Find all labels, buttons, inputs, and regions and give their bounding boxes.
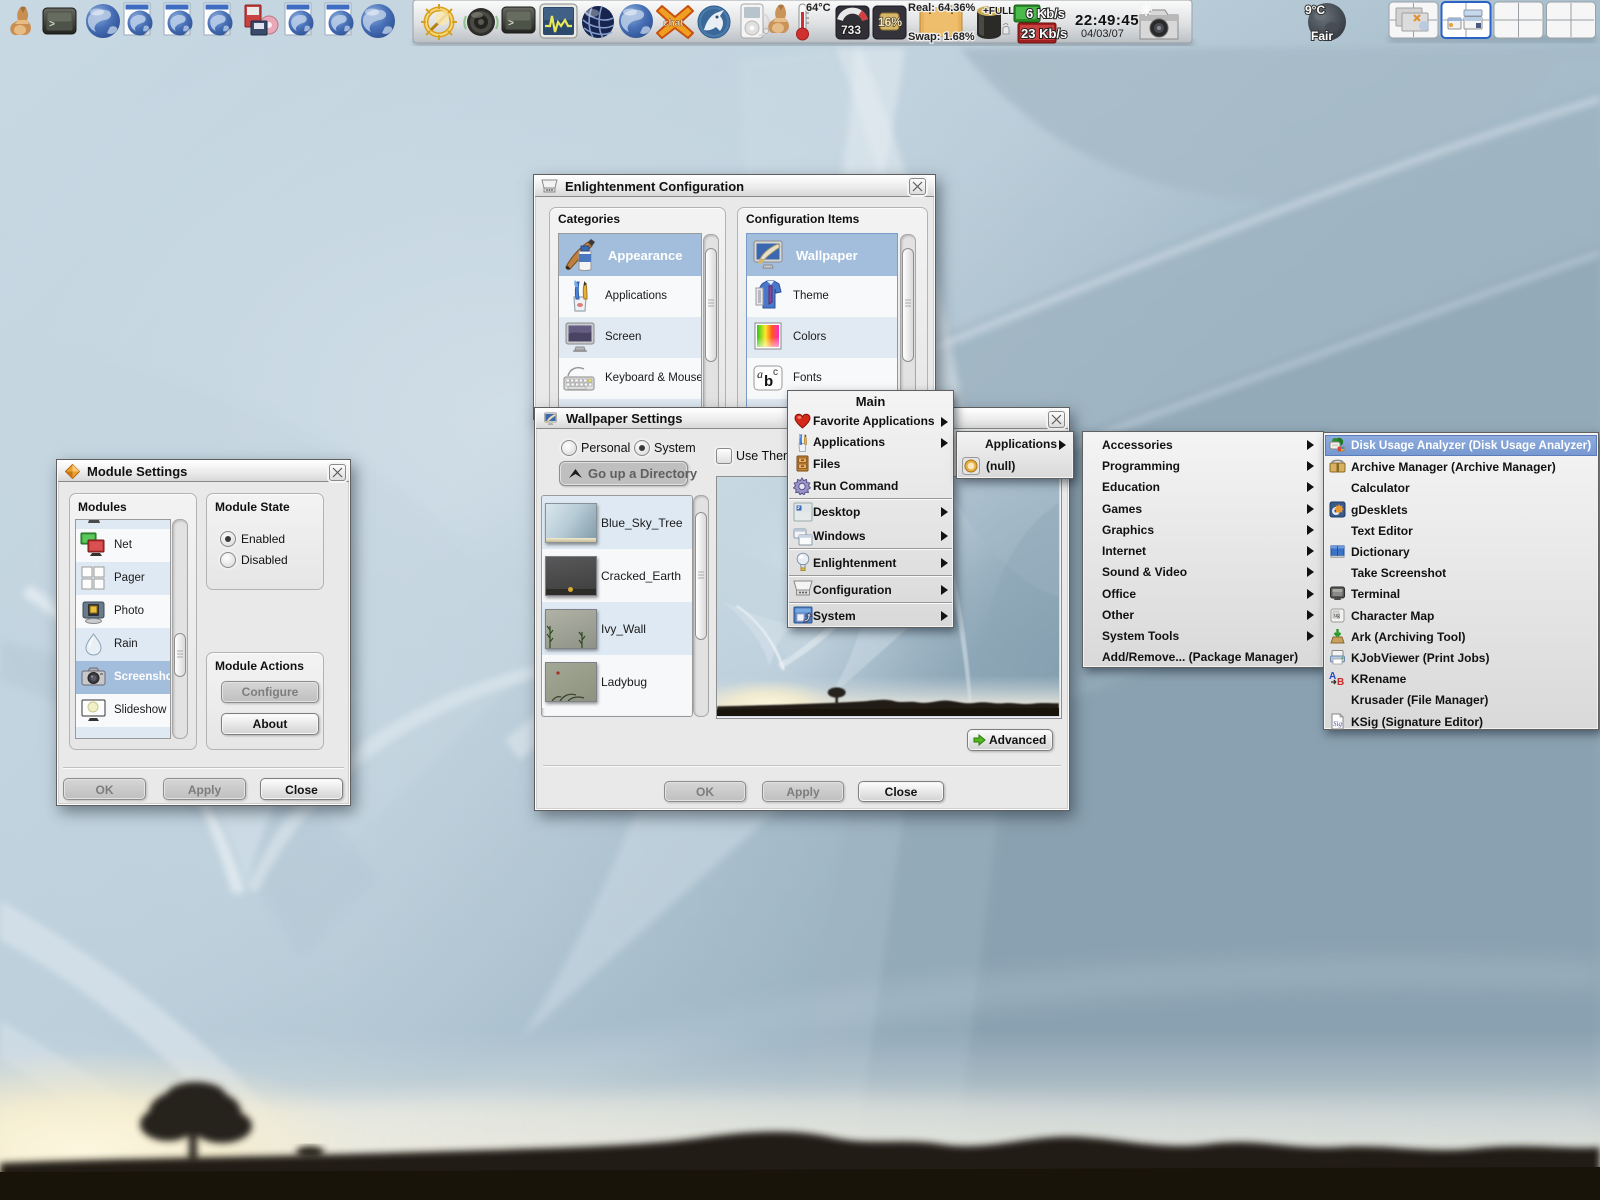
svg-text:+FULL: +FULL	[983, 6, 1014, 17]
svg-text:9°C: 9°C	[1305, 3, 1325, 17]
svg-text:23 Kb/s: 23 Kb/s	[1021, 26, 1067, 41]
svg-text:6 Kb/s: 6 Kb/s	[1026, 6, 1065, 21]
svg-text:c: c	[773, 367, 778, 378]
svg-text:ug: ug	[1334, 613, 1340, 619]
svg-text:733: 733	[841, 23, 861, 37]
svg-text:64°C: 64°C	[806, 2, 831, 14]
svg-text:chat: chat	[663, 18, 684, 29]
svg-text:a: a	[757, 367, 763, 381]
svg-text:Fair: Fair	[1311, 29, 1333, 43]
svg-text:04/03/07: 04/03/07	[1081, 28, 1124, 40]
svg-text:A: A	[1329, 671, 1336, 682]
svg-text:Real: 64.36%: Real: 64.36%	[908, 2, 975, 14]
svg-text:16%: 16%	[878, 15, 902, 29]
svg-text:b: b	[764, 373, 773, 390]
svg-text:Swap: 1.68%: Swap: 1.68%	[908, 31, 975, 43]
svg-text:Sig: Sig	[1333, 720, 1342, 728]
svg-text:22:49:45: 22:49:45	[1075, 12, 1139, 29]
svg-text:B: B	[1337, 677, 1344, 687]
